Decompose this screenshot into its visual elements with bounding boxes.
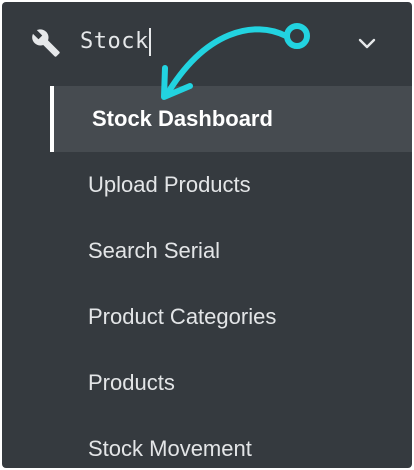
submenu-item-label: Stock Movement bbox=[88, 436, 252, 461]
submenu-item-label: Search Serial bbox=[88, 238, 221, 263]
submenu-item-upload-products[interactable]: Upload Products bbox=[50, 152, 412, 218]
submenu-item-label: Products bbox=[88, 370, 175, 395]
submenu-item-label: Product Categories bbox=[88, 304, 277, 329]
submenu-item-product-categories[interactable]: Product Categories bbox=[50, 284, 412, 350]
sidebar-panel: Stock Stock Dashboard Upload Products Se… bbox=[2, 2, 412, 468]
submenu-item-products[interactable]: Products bbox=[50, 350, 412, 416]
text-cursor bbox=[149, 28, 151, 56]
active-indicator bbox=[50, 86, 54, 152]
chevron-down-icon[interactable] bbox=[357, 37, 377, 51]
submenu-item-stock-dashboard[interactable]: Stock Dashboard bbox=[50, 86, 412, 152]
menu-section-label: Stock bbox=[80, 29, 149, 54]
submenu-item-label: Stock Dashboard bbox=[92, 106, 273, 131]
menu-section-stock[interactable]: Stock bbox=[2, 2, 412, 84]
submenu-item-stock-movement[interactable]: Stock Movement bbox=[50, 416, 412, 468]
submenu-item-search-serial[interactable]: Search Serial bbox=[50, 218, 412, 284]
submenu-item-label: Upload Products bbox=[88, 172, 251, 197]
stock-submenu: Stock Dashboard Upload Products Search S… bbox=[50, 86, 412, 468]
wrench-icon bbox=[32, 29, 60, 57]
